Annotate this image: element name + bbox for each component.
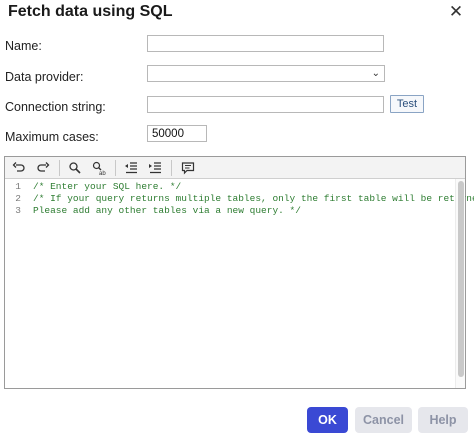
scrollbar-thumb[interactable] bbox=[458, 181, 464, 377]
test-button[interactable]: Test bbox=[390, 95, 424, 113]
redo-icon[interactable] bbox=[35, 160, 51, 176]
svg-text:ab: ab bbox=[99, 171, 106, 176]
code-line: /* If your query returns multiple tables… bbox=[33, 193, 474, 204]
comment-icon[interactable] bbox=[180, 160, 196, 176]
help-button[interactable]: Help bbox=[418, 407, 468, 433]
code-line: Please add any other tables via a new qu… bbox=[33, 205, 301, 216]
toolbar-separator bbox=[59, 160, 60, 176]
code-line: /* Enter your SQL here. */ bbox=[33, 181, 182, 192]
name-label: Name: bbox=[5, 39, 42, 53]
outdent-icon[interactable] bbox=[123, 160, 139, 176]
cancel-button[interactable]: Cancel bbox=[355, 407, 412, 433]
line-number: 2 bbox=[15, 193, 21, 204]
editor-toolbar: ab bbox=[5, 157, 465, 179]
line-number: 3 bbox=[15, 205, 21, 216]
data-provider-select[interactable]: ⌄ bbox=[147, 65, 385, 82]
search-icon[interactable] bbox=[67, 160, 83, 176]
ok-button[interactable]: OK bbox=[307, 407, 348, 433]
vertical-scrollbar[interactable] bbox=[455, 179, 465, 388]
toolbar-separator bbox=[171, 160, 172, 176]
chevron-down-icon: ⌄ bbox=[371, 68, 380, 79]
line-number: 1 bbox=[15, 181, 21, 192]
data-provider-label: Data provider: bbox=[5, 70, 84, 84]
maximum-cases-field[interactable] bbox=[147, 125, 207, 142]
close-icon[interactable]: ✕ bbox=[446, 2, 466, 22]
name-field[interactable] bbox=[147, 35, 384, 52]
indent-icon[interactable] bbox=[147, 160, 163, 176]
connection-string-label: Connection string: bbox=[5, 100, 106, 114]
code-area[interactable]: 1 2 3 /* Enter your SQL here. */ /* If y… bbox=[5, 179, 474, 388]
connection-string-field[interactable] bbox=[147, 96, 384, 113]
find-replace-icon[interactable]: ab bbox=[91, 160, 107, 176]
undo-icon[interactable] bbox=[11, 160, 27, 176]
sql-editor: ab 1 2 3 /* Enter your SQL here. */ /* I… bbox=[4, 156, 474, 389]
toolbar-separator bbox=[115, 160, 116, 176]
dialog-title: Fetch data using SQL bbox=[8, 3, 173, 20]
maximum-cases-label: Maximum cases: bbox=[5, 130, 99, 144]
